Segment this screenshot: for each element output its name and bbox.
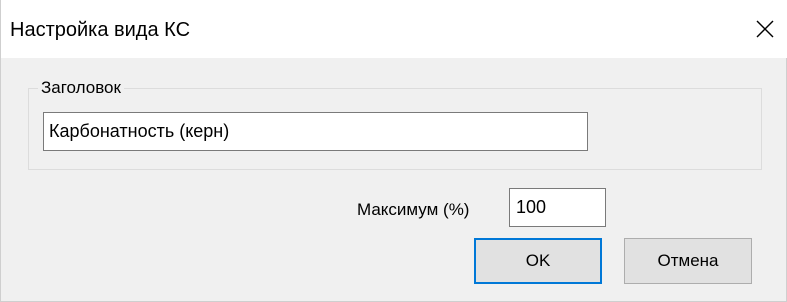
maximum-label: Максимум (%) <box>357 200 470 219</box>
close-icon <box>756 20 774 38</box>
cancel-button[interactable]: Отмена <box>624 238 752 284</box>
ok-button[interactable]: OK <box>474 238 602 284</box>
title-input[interactable] <box>43 112 588 151</box>
dialog-window: Настройка вида КС Заголовок Максимум (%)… <box>0 0 787 302</box>
groupbox-label: Заголовок <box>38 77 124 99</box>
dialog-title: Настройка вида КС <box>10 19 191 41</box>
maximum-input[interactable] <box>509 188 606 227</box>
close-button[interactable] <box>742 0 787 58</box>
title-bar[interactable]: Настройка вида КС <box>1 0 787 58</box>
